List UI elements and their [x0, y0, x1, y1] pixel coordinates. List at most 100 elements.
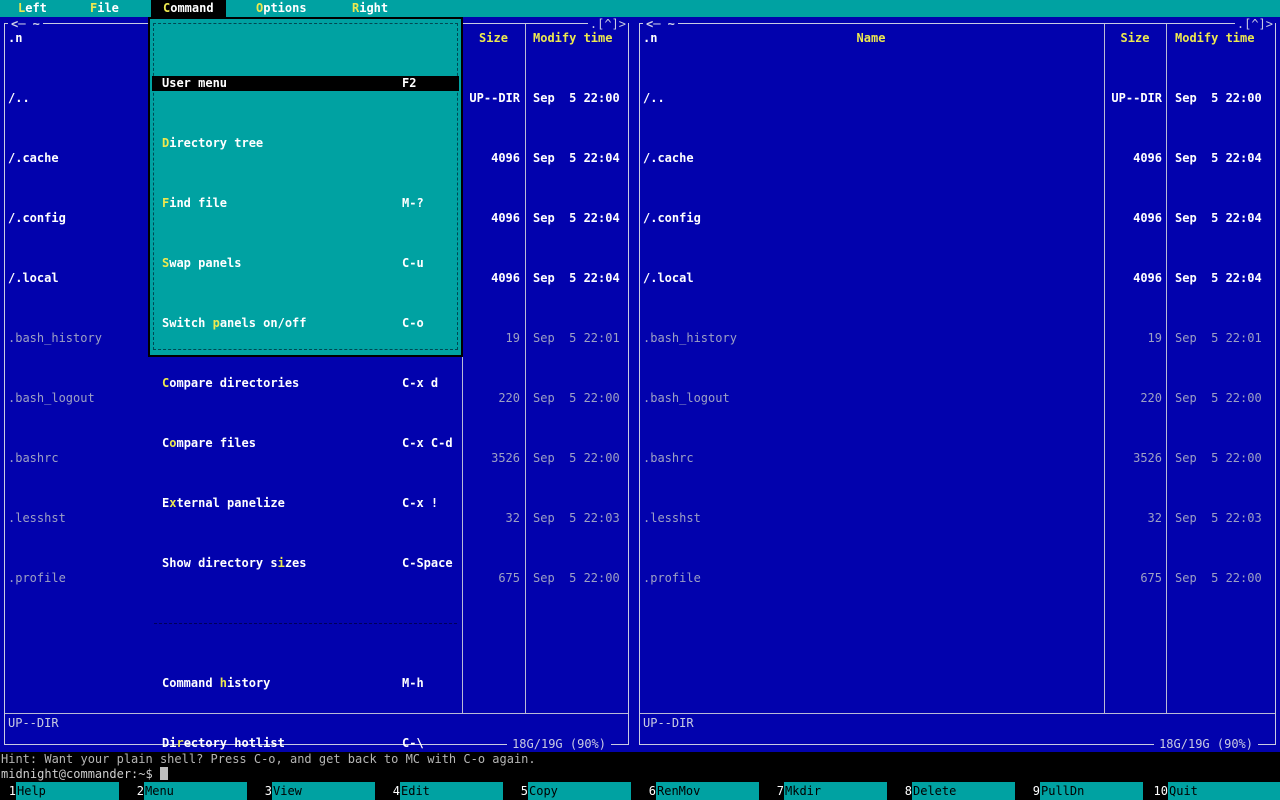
menu-item[interactable]: Find file M-?: [152, 196, 459, 211]
menu-item[interactable]: Compare directories C-x d: [152, 376, 459, 391]
menu-item[interactable]: External panelize C-x !: [152, 496, 459, 511]
file-name: .bash_logout: [8, 391, 95, 405]
function-key-number: 3: [264, 784, 272, 798]
file-mtime: Sep 5 22:00: [1175, 451, 1262, 465]
menu-item[interactable]: Switch panels on/off C-o: [152, 316, 459, 331]
menu-item[interactable]: Swap panels C-u: [152, 256, 459, 271]
file-row[interactable]: /.local 4096 Sep 5 22:04: [637, 271, 1278, 286]
function-key-button[interactable]: 10 Quit: [1152, 782, 1280, 800]
function-key-button[interactable]: 8 Delete: [896, 782, 1024, 800]
file-row[interactable]: .bash_logout 220 Sep 5 22:00: [637, 391, 1278, 406]
function-key-number: 7: [776, 784, 784, 798]
disk-usage: 18G/19G (90%): [507, 737, 611, 752]
file-row[interactable]: /.cache 4096 Sep 5 22:04: [637, 151, 1278, 166]
file-size: 220: [498, 391, 520, 405]
menu-item[interactable]: Directory hotlist C-\: [152, 736, 459, 751]
column-header-size[interactable]: Size: [1105, 31, 1165, 46]
file-mtime: Sep 5 22:01: [1175, 331, 1262, 345]
menu-item-label: Di: [162, 736, 177, 750]
file-name: /.local: [643, 271, 694, 285]
menu-item[interactable]: [152, 616, 459, 631]
file-size: UP--DIR: [469, 91, 520, 105]
function-key-button[interactable]: 4 Edit: [384, 782, 512, 800]
menubar-item[interactable]: Left: [10, 0, 55, 17]
menu-item-hotkey: r: [176, 736, 184, 750]
function-key-label: Edit: [400, 782, 503, 800]
file-mtime: Sep 5 22:04: [1175, 271, 1262, 285]
menubar-item-label: ommand: [170, 1, 214, 15]
menu-item-label: irectory tree: [169, 136, 264, 150]
column-header-mtime[interactable]: Modify time: [533, 31, 612, 46]
function-key-label: PullDn: [1040, 782, 1143, 800]
command-dropdown-menu: User menu F2 Directory tree Find file M-? …: [148, 17, 463, 800]
file-row[interactable]: /.. UP--DIR Sep 5 22:00: [637, 91, 1278, 106]
function-key-button[interactable]: 7 Mkdir: [768, 782, 896, 800]
menu-item[interactable]: Directory tree: [152, 136, 459, 151]
menu-item[interactable]: User menu F2: [152, 76, 459, 91]
workspace: <─ ~ .[^]> .n Name Size Modify time /.. …: [0, 17, 1280, 800]
function-key-button[interactable]: 5 Copy: [512, 782, 640, 800]
file-name: .profile: [8, 571, 66, 585]
file-name: .lesshst: [643, 511, 701, 525]
panel-path-history-back-icon[interactable]: <─ ~: [8, 17, 43, 32]
menubar-item[interactable]: Command: [151, 0, 226, 17]
menu-item-shortcut: F2: [402, 76, 417, 90]
panel-path-history-back-icon[interactable]: <─ ~: [643, 17, 678, 32]
menu-item[interactable]: Show directory sizes C-Space: [152, 556, 459, 571]
file-size: 32: [1147, 511, 1162, 525]
file-row[interactable]: .bash_history 19 Sep 5 22:01: [637, 331, 1278, 346]
file-size: 220: [1140, 391, 1162, 405]
menu-item[interactable]: Command history M-h: [152, 676, 459, 691]
panel-up-dir-icon[interactable]: .[^]>: [587, 17, 628, 32]
menubar-item[interactable]: Options: [248, 0, 315, 17]
menu-item[interactable]: Compare files C-x C-d: [152, 436, 459, 451]
dropdown-items: User menu F2 Directory tree Find file M-? …: [152, 31, 459, 800]
file-size: 4096: [491, 151, 520, 165]
file-mtime: Sep 5 22:03: [1175, 511, 1262, 525]
menu-item-label: ectory hotlist: [183, 736, 285, 750]
file-mtime: Sep 5 22:01: [533, 331, 620, 345]
file-name: /.config: [8, 211, 66, 225]
prompt-text: midnight@commander:~$: [1, 767, 153, 781]
menu-item-label: wap panels: [169, 256, 242, 270]
file-size: 19: [505, 331, 520, 345]
column-header-mtime[interactable]: Modify time: [1175, 31, 1254, 46]
function-key-label: View: [272, 782, 375, 800]
menu-item-hotkey: i: [277, 556, 285, 570]
function-key-number: 6: [648, 784, 656, 798]
menu-item-shortcut: C-Space: [402, 556, 453, 570]
file-size: 4096: [491, 211, 520, 225]
file-name: .bash_history: [8, 331, 102, 345]
function-key-button[interactable]: 6 RenMov: [640, 782, 768, 800]
menu-item-shortcut: C-o: [402, 316, 424, 330]
file-list: /.. UP--DIR Sep 5 22:00 /.cache 4096 Sep…: [637, 46, 1278, 631]
file-name: .profile: [643, 571, 701, 585]
file-name: /.config: [643, 211, 701, 225]
file-mtime: Sep 5 22:00: [1175, 391, 1262, 405]
file-row[interactable]: .bashrc 3526 Sep 5 22:00: [637, 451, 1278, 466]
menu-item-shortcut: C-u: [402, 256, 424, 270]
file-row[interactable]: .profile 675 Sep 5 22:00: [637, 571, 1278, 586]
file-size: 3526: [491, 451, 520, 465]
function-key-number: 1: [8, 784, 16, 798]
panel-up-dir-icon[interactable]: .[^]>: [1234, 17, 1275, 32]
menu-item-label: Show directory s: [162, 556, 278, 570]
menubar-item-label: eft: [25, 1, 47, 15]
menu-item-label: Command: [162, 676, 220, 690]
column-header-size[interactable]: Size: [463, 31, 524, 46]
function-key-button[interactable]: 1 Help: [0, 782, 128, 800]
menu-item-label: Switch: [162, 316, 213, 330]
file-row[interactable]: /.config 4096 Sep 5 22:04: [637, 211, 1278, 226]
column-header-name[interactable]: Name: [639, 31, 1103, 46]
function-key-bar: 1 Help 2 Menu 3 View 4 Edit 5 Copy 6 RenMov 7M…: [0, 782, 1280, 800]
menubar-item[interactable]: Right: [344, 0, 396, 17]
menubar-item[interactable]: File: [82, 0, 127, 17]
function-key-label: Menu: [144, 782, 247, 800]
file-size: 4096: [1133, 211, 1162, 225]
function-key-button[interactable]: 3 View: [256, 782, 384, 800]
function-key-button[interactable]: 9 PullDn: [1024, 782, 1152, 800]
file-size: 4096: [491, 271, 520, 285]
function-key-button[interactable]: 2 Menu: [128, 782, 256, 800]
shell-prompt[interactable]: midnight@commander:~$: [1, 767, 168, 782]
file-row[interactable]: .lesshst 32 Sep 5 22:03: [637, 511, 1278, 526]
